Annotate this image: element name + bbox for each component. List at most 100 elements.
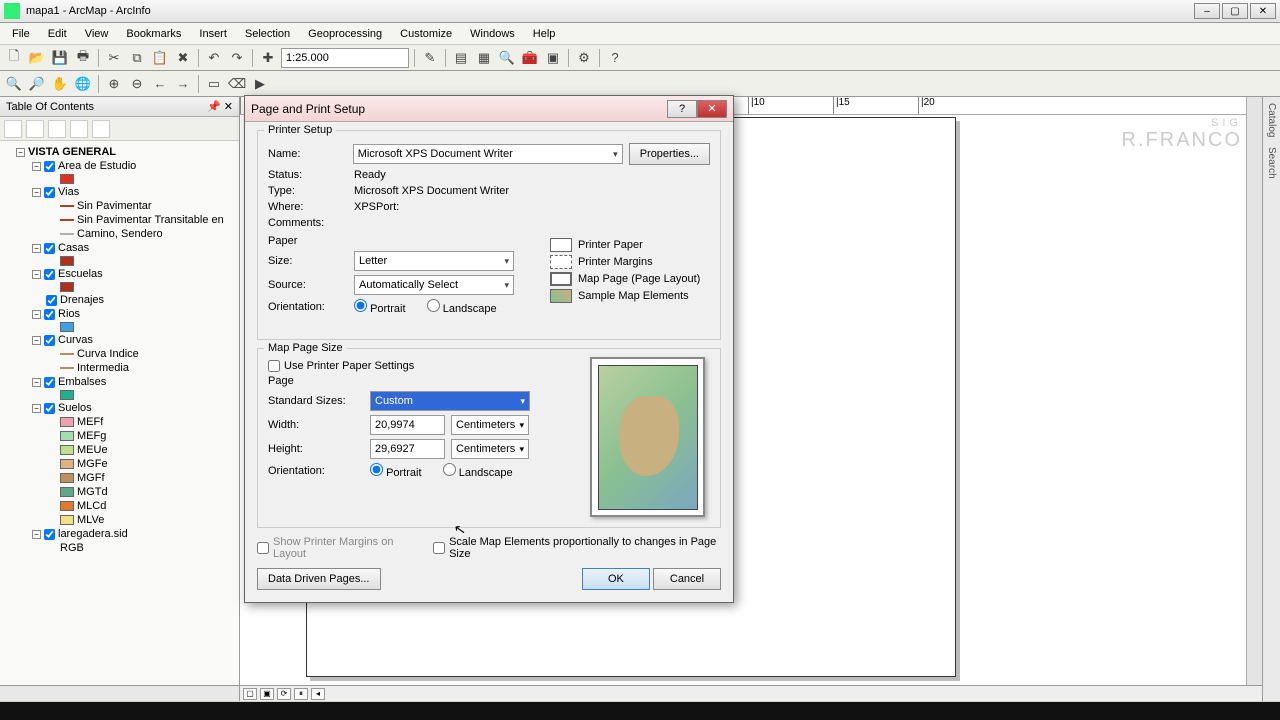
layer-checkbox[interactable]	[44, 335, 55, 346]
undo-icon[interactable]: ↶	[204, 48, 224, 68]
catalog-tab[interactable]: Catalog	[1266, 103, 1277, 137]
python-icon[interactable]: ▣	[543, 48, 563, 68]
show-margins-checkbox[interactable]	[257, 542, 269, 554]
full-extent-icon[interactable]: 🌐	[73, 74, 93, 94]
toc-tree[interactable]: −VISTA GENERAL − Area de Estudio− Vias S…	[0, 141, 239, 685]
layer-item[interactable]: − Embalses	[30, 375, 237, 389]
paper-landscape-radio[interactable]: Landscape	[427, 299, 497, 315]
expand-icon[interactable]: −	[32, 310, 41, 319]
properties-button[interactable]: Properties...	[629, 143, 710, 165]
dialog-close-icon[interactable]: ✕	[697, 100, 727, 118]
pause-icon[interactable]: ⏸	[294, 688, 308, 700]
search-tab[interactable]: Search	[1266, 147, 1277, 179]
search-icon[interactable]: 🔍	[497, 48, 517, 68]
layer-sub-item[interactable]: MGFf	[30, 471, 237, 485]
layer-item[interactable]: − Vias	[30, 185, 237, 199]
expand-icon[interactable]: −	[32, 244, 41, 253]
width-unit-combo[interactable]: Centimeters	[451, 415, 529, 435]
expand-icon[interactable]: −	[32, 270, 41, 279]
layer-checkbox[interactable]	[44, 529, 55, 540]
layer-item[interactable]: − Rios	[30, 307, 237, 321]
pan-icon[interactable]: ✋	[50, 74, 70, 94]
height-unit-combo[interactable]: Centimeters	[451, 439, 529, 459]
toc-pin-icon[interactable]: 📌	[207, 100, 221, 113]
layer-checkbox[interactable]	[46, 295, 57, 306]
vscroll[interactable]	[1246, 97, 1262, 701]
fixed-zoom-in-icon[interactable]: ⊕	[104, 74, 124, 94]
minimize-button[interactable]: –	[1194, 3, 1220, 19]
layer-item[interactable]: − Area de Estudio	[30, 159, 237, 173]
layer-checkbox[interactable]	[44, 161, 55, 172]
expand-icon[interactable]: −	[32, 336, 41, 345]
layout-view-tab[interactable]: ▣	[260, 688, 274, 700]
layer-checkbox[interactable]	[44, 243, 55, 254]
dialog-help-icon[interactable]: ?	[667, 100, 697, 118]
width-input[interactable]: 20,9974	[370, 415, 445, 435]
catalog-icon[interactable]: ▦	[474, 48, 494, 68]
cut-icon[interactable]: ✂	[104, 48, 124, 68]
layer-sub-item[interactable]: MEFg	[30, 429, 237, 443]
zoom-out-icon[interactable]: 🔎	[27, 74, 47, 94]
layer-sub-item[interactable]: Intermedia	[30, 361, 237, 375]
toc-list-by-selection-icon[interactable]	[70, 120, 88, 138]
page-landscape-radio[interactable]: Landscape	[443, 463, 513, 479]
paste-icon[interactable]: 📋	[150, 48, 170, 68]
layer-item[interactable]: − Curvas	[30, 333, 237, 347]
toc-icon[interactable]: ▤	[451, 48, 471, 68]
layer-sub-item[interactable]: Camino, Sendero	[30, 227, 237, 241]
close-button[interactable]: ✕	[1250, 3, 1276, 19]
save-icon[interactable]: 💾	[50, 48, 70, 68]
layer-item[interactable]: − Escuelas	[30, 267, 237, 281]
expand-icon[interactable]: −	[32, 162, 41, 171]
toc-close-icon[interactable]: ✕	[224, 100, 233, 113]
menu-help[interactable]: Help	[525, 26, 564, 42]
menu-windows[interactable]: Windows	[462, 26, 523, 42]
menu-edit[interactable]: Edit	[40, 26, 75, 42]
toc-hscroll[interactable]	[0, 685, 239, 701]
layer-item[interactable]: Drenajes	[30, 293, 237, 307]
hscroll-left-icon[interactable]: ◂	[311, 688, 325, 700]
new-icon[interactable]: 🗋	[4, 48, 24, 68]
layer-item[interactable]: − laregadera.sid	[30, 527, 237, 541]
menu-view[interactable]: View	[77, 26, 117, 42]
layer-checkbox[interactable]	[44, 403, 55, 414]
layer-sub-item[interactable]: Sin Pavimentar Transitable en	[30, 213, 237, 227]
page-portrait-radio[interactable]: Portrait	[370, 463, 422, 479]
scale-combo[interactable]	[281, 48, 409, 68]
toc-list-by-visibility-icon[interactable]	[48, 120, 66, 138]
whats-this-icon[interactable]: ?	[605, 48, 625, 68]
menu-insert[interactable]: Insert	[191, 26, 235, 42]
layer-item[interactable]: − Casas	[30, 241, 237, 255]
clear-selection-icon[interactable]: ⌫	[227, 74, 247, 94]
data-view-tab[interactable]: ▢	[243, 688, 257, 700]
copy-icon[interactable]: ⧉	[127, 48, 147, 68]
ok-button[interactable]: OK	[582, 568, 650, 590]
expand-icon[interactable]: −	[32, 378, 41, 387]
layer-sub-item[interactable]: MEUe	[30, 443, 237, 457]
expand-icon[interactable]: −	[16, 148, 25, 157]
data-driven-pages-button[interactable]: Data Driven Pages...	[257, 568, 381, 590]
layer-checkbox[interactable]	[44, 309, 55, 320]
model-builder-icon[interactable]: ⚙	[574, 48, 594, 68]
menu-file[interactable]: File	[4, 26, 38, 42]
maximize-button[interactable]: ▢	[1222, 3, 1248, 19]
menu-bookmarks[interactable]: Bookmarks	[118, 26, 189, 42]
height-input[interactable]: 29,6927	[370, 439, 445, 459]
layer-sub-item[interactable]: MGTd	[30, 485, 237, 499]
data-frame[interactable]: VISTA GENERAL	[28, 146, 116, 158]
layer-checkbox[interactable]	[44, 269, 55, 280]
menu-selection[interactable]: Selection	[237, 26, 298, 42]
layer-sub-item[interactable]: Sin Pavimentar	[30, 199, 237, 213]
layer-item[interactable]: − Suelos	[30, 401, 237, 415]
paper-size-combo[interactable]: Letter	[354, 251, 514, 271]
add-data-icon[interactable]: ✚	[258, 48, 278, 68]
menu-geoprocessing[interactable]: Geoprocessing	[300, 26, 390, 42]
next-extent-icon[interactable]: →	[173, 74, 193, 94]
open-icon[interactable]: 📂	[27, 48, 47, 68]
paper-source-combo[interactable]: Automatically Select	[354, 275, 514, 295]
layer-sub-item[interactable]: MLVe	[30, 513, 237, 527]
cancel-button[interactable]: Cancel	[653, 568, 721, 590]
layer-sub-item[interactable]: MGFe	[30, 457, 237, 471]
standard-sizes-combo[interactable]: Custom	[370, 391, 530, 411]
arc-toolbox-icon[interactable]: 🧰	[520, 48, 540, 68]
